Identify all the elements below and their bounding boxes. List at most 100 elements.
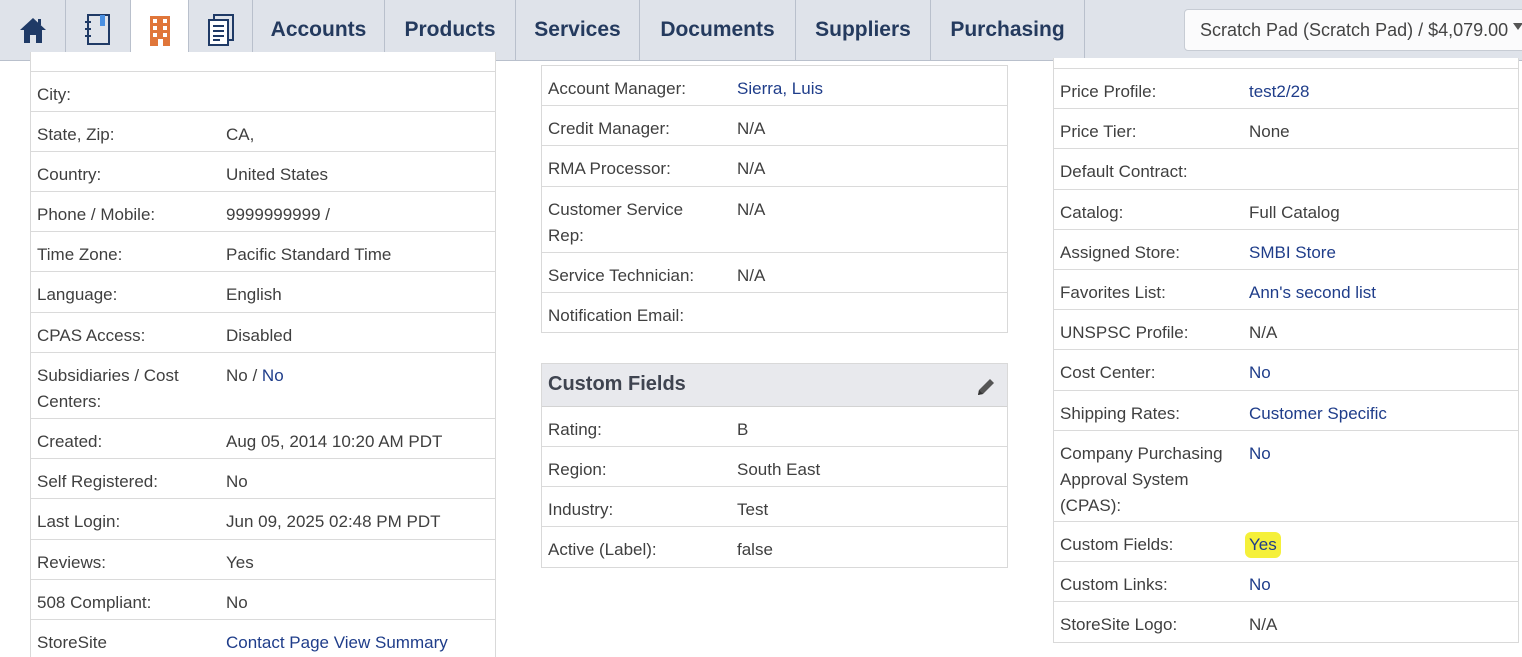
field-value: N/A (737, 266, 766, 285)
setting-row-custom-fields: Custom Fields: Yes (1054, 522, 1518, 562)
field-value: CA, (226, 125, 255, 144)
label-line-1: Customer Service (548, 200, 684, 219)
detail-row-self-registered: Self Registered: No (31, 459, 495, 499)
setting-row-custom-links: Custom Links: No (1054, 562, 1518, 602)
setting-row-storesite-logo: StoreSite Logo: N/A (1054, 602, 1518, 642)
detail-row-notification-email: Notification Email: (542, 293, 1007, 333)
documents-quick-button[interactable] (189, 0, 253, 60)
tab-products[interactable]: Products (385, 0, 516, 60)
custom-fields-header: Custom Fields (542, 364, 1007, 407)
field-label: Assigned Store: (1060, 243, 1181, 262)
field-label: Custom Fields: (1060, 535, 1174, 554)
detail-row-state-zip: State, Zip: CA, (31, 112, 495, 152)
field-value: Full Catalog (1249, 203, 1340, 222)
scratch-pad-label: Scratch Pad (Scratch Pad) / $4,079.00 (1200, 19, 1509, 40)
tab-label: Accounts (270, 18, 367, 41)
field-label: CPAS Access: (37, 326, 146, 345)
field-label: Price Profile: (1060, 82, 1157, 101)
favorites-list-link[interactable]: Ann's second list (1249, 280, 1376, 306)
field-label: City: (37, 85, 71, 104)
tab-suppliers[interactable]: Suppliers (796, 0, 931, 60)
account-manager-link[interactable]: Sierra, Luis (737, 76, 823, 102)
notebook-button[interactable] (66, 0, 131, 60)
field-value: Yes (226, 553, 254, 572)
field-label: Notification Email: (548, 306, 685, 325)
field-label: Last Login: (37, 512, 121, 531)
label-line-3: (CPAS): (1060, 496, 1122, 515)
detail-row-credit-manager: Credit Manager: N/A (542, 106, 1007, 146)
setting-row-cpas: Company Purchasing Approval System (CPAS):… (1054, 431, 1518, 522)
account-contacts-panel: Account Manager: Sierra, Luis Credit Man… (541, 65, 1008, 333)
label-line-2: Centers: (37, 392, 102, 411)
custom-row-rating: Rating: B (542, 407, 1007, 447)
field-label: Custom Links: (1060, 575, 1168, 594)
field-value: English (226, 285, 282, 304)
building-icon (149, 15, 170, 46)
cost-centers-link[interactable]: No (262, 366, 284, 385)
detail-row-time-zone: Time Zone: Pacific Standard Time (31, 232, 495, 272)
scratch-pad-select[interactable]: Scratch Pad (Scratch Pad) / $4,079.00 (1184, 9, 1522, 51)
field-value: Aug 05, 2014 10:20 AM PDT (226, 432, 443, 451)
field-label: 508 Compliant: (37, 593, 152, 612)
tab-label: Services (534, 18, 621, 41)
custom-row-region: Region: South East (542, 447, 1007, 487)
account-details-panel: City: State, Zip: CA, Country: United St… (30, 52, 496, 657)
field-label: StoreSite Logo: (1060, 615, 1178, 634)
contact-page-view-summary-link[interactable]: Contact Page View Summary (226, 630, 448, 656)
shipping-rates-link[interactable]: Customer Specific (1249, 401, 1387, 427)
field-label: Account Manager: (548, 79, 686, 98)
detail-row-service-technician: Service Technician: N/A (542, 253, 1007, 293)
field-label: Service Technician: (548, 266, 695, 285)
custom-row-industry: Industry: Test (542, 487, 1007, 527)
field-value: Jun 09, 2025 02:48 PM PDT (226, 512, 441, 531)
field-label: Time Zone: (37, 245, 123, 264)
cost-center-link[interactable]: No (1249, 360, 1271, 386)
detail-row-phone: Phone / Mobile: 9999999999 / (31, 192, 495, 232)
detail-row-city: City: (31, 72, 495, 112)
detail-row-created: Created: Aug 05, 2014 10:20 AM PDT (31, 419, 495, 459)
field-value: N/A (737, 200, 766, 219)
field-label: State, Zip: (37, 125, 115, 144)
setting-row-catalog: Catalog: Full Catalog (1054, 190, 1518, 230)
field-label: RMA Processor: (548, 159, 671, 178)
assigned-store-link[interactable]: SMBI Store (1249, 240, 1336, 266)
tab-label: Products (404, 18, 496, 41)
cpas-link[interactable]: No (1249, 441, 1271, 467)
custom-links-link[interactable]: No (1249, 572, 1271, 598)
custom-fields-link[interactable]: Yes (1245, 532, 1281, 558)
detail-row-customer-service-rep: Customer Service Rep: N/A (542, 187, 1007, 253)
field-label: Catalog: (1060, 203, 1124, 222)
field-value: N/A (737, 159, 766, 178)
chevron-down-icon (1513, 23, 1522, 30)
tab-label: Documents (660, 18, 775, 41)
field-label: Rating: (548, 420, 602, 439)
field-value: false (737, 540, 773, 559)
field-value: Pacific Standard Time (226, 245, 392, 264)
field-label: Favorites List: (1060, 283, 1166, 302)
field-label: Shipping Rates: (1060, 404, 1181, 423)
field-label: Customer Service Rep: (548, 197, 683, 249)
label-line-2: Rep: (548, 226, 584, 245)
tab-services[interactable]: Services (516, 0, 640, 60)
detail-row-508-compliant: 508 Compliant: No (31, 580, 495, 620)
tab-label: Purchasing (950, 18, 1065, 41)
field-value: N/A (737, 119, 766, 138)
field-value: Disabled (226, 326, 293, 345)
price-profile-link[interactable]: test2/28 (1249, 79, 1310, 105)
tab-documents[interactable]: Documents (640, 0, 796, 60)
setting-row-default-contract: Default Contract: (1054, 149, 1518, 190)
setting-row-cost-center: Cost Center: No (1054, 350, 1518, 391)
field-label: Region: (548, 460, 607, 479)
field-label: UNSPSC Profile: (1060, 323, 1189, 342)
panel-top-row (31, 52, 495, 72)
field-label: Phone / Mobile: (37, 205, 156, 224)
home-button[interactable] (0, 0, 66, 60)
tab-accounts[interactable]: Accounts (253, 0, 385, 60)
field-label: Credit Manager: (548, 119, 670, 138)
pencil-icon[interactable] (975, 376, 997, 398)
tab-purchasing[interactable]: Purchasing (931, 0, 1085, 60)
field-value: None (1249, 122, 1290, 141)
field-value: No (226, 472, 248, 491)
detail-row-account-manager: Account Manager: Sierra, Luis (542, 66, 1007, 106)
field-label: Self Registered: (37, 472, 158, 491)
